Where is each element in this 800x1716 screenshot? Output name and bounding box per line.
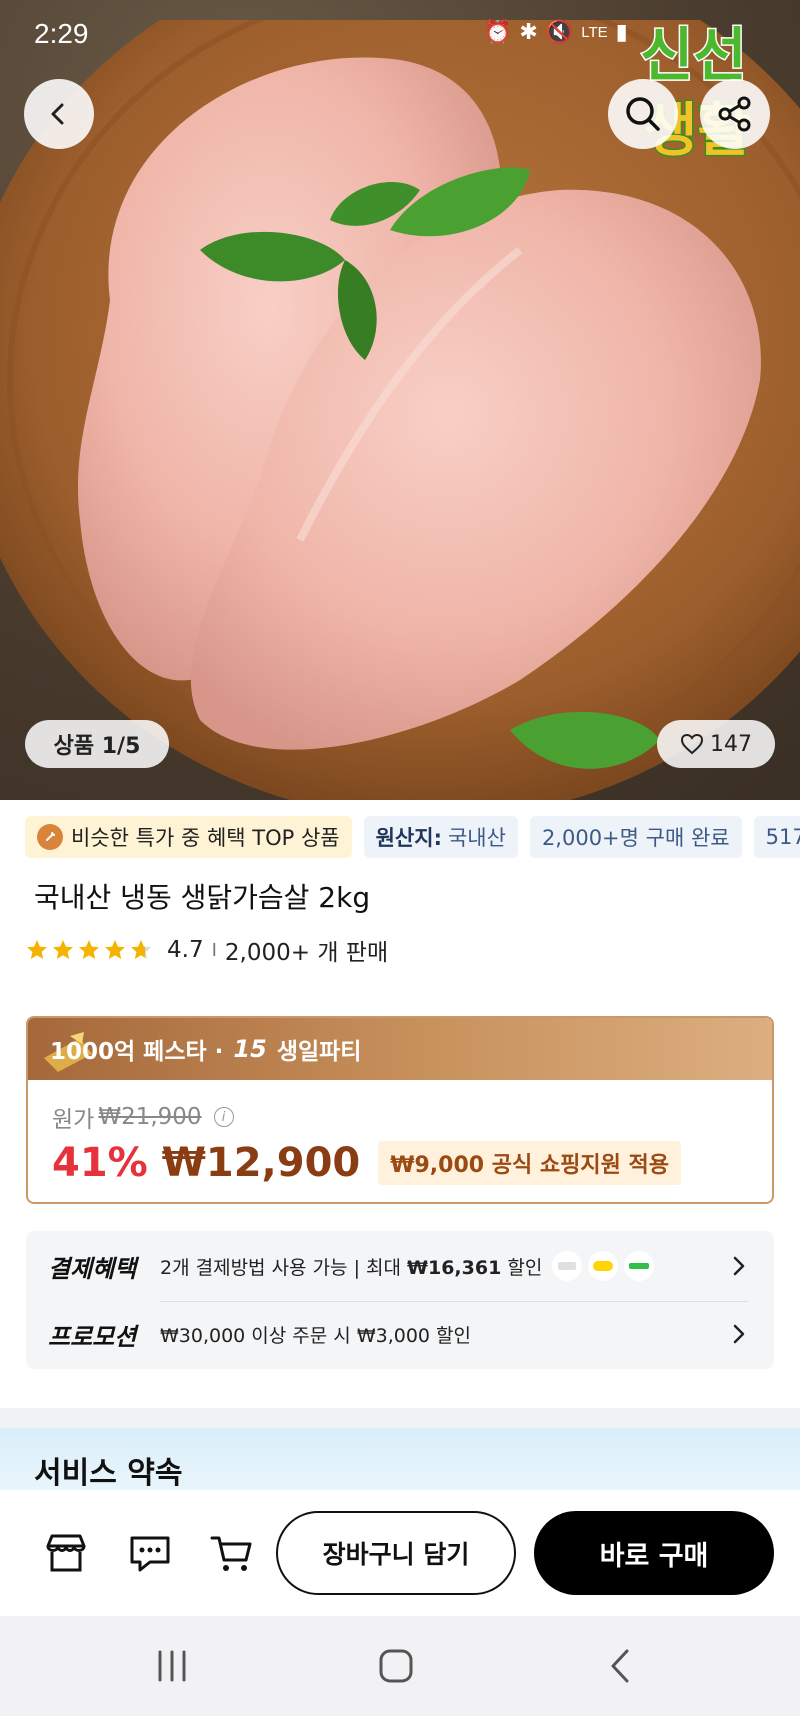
product-title: 국내산 냉동 생닭가슴살 2kg — [34, 881, 371, 914]
like-count: 147 — [710, 731, 752, 757]
rating-separator: I — [211, 939, 217, 961]
search-icon — [626, 97, 660, 131]
alarm-icon: ⏰ — [484, 20, 512, 45]
discount-rate: 41% — [52, 1140, 148, 1186]
mute-icon: 🔇 — [545, 20, 574, 45]
price-card: 1000억 페스타 · 15 생일파티 원가 ₩21,900 i 41% ₩12… — [26, 1016, 774, 1204]
sales-count: 2,000+ 개 판매 — [224, 940, 389, 966]
image-counter: 상품 1/5 — [25, 720, 169, 768]
product-tags: 비슷한 특가 중 혜택 TOP 상품 원산지: 국내산 2,000+명 구매 완… — [25, 816, 800, 858]
shopping-support-badge: ₩9,000 공식 쇼핑지원 적용 — [378, 1141, 681, 1185]
product-image-carousel[interactable]: 2:29 ⏰ ✱ 🔇 LTE ▮ 신선 생활 상품 1/5 147 — [0, 0, 800, 800]
home-button[interactable] — [366, 1640, 426, 1692]
back-arrow-icon — [611, 1649, 629, 1683]
rating-row[interactable]: 4.7 I 2,000+ 개 판매 — [25, 932, 388, 968]
network-type: LTE — [581, 24, 608, 41]
tag-badge-icon — [37, 824, 63, 850]
star-half-icon — [131, 940, 151, 959]
buy-now-button[interactable]: 바로 구매 — [534, 1511, 774, 1595]
bluetooth-icon: ✱ — [519, 20, 538, 45]
chevron-left-icon — [51, 103, 64, 125]
payment-method-icons — [552, 1251, 655, 1281]
rating-stars — [25, 938, 153, 962]
promo-banner[interactable]: 1000억 페스타 · 15 생일파티 — [28, 1018, 772, 1080]
service-promise-title: 서비스 약속 — [34, 1456, 183, 1491]
share-icon — [718, 96, 751, 132]
payment-benefit-row[interactable]: 결제혜택 2개 결제방법 사용 가능 | 최대 ₩16,361 할인 — [48, 1238, 754, 1294]
tag-label: 517 — [765, 825, 800, 849]
back-button[interactable] — [24, 79, 94, 149]
card-icon — [552, 1251, 583, 1281]
like-button[interactable]: 147 — [657, 720, 775, 768]
tag-origin[interactable]: 원산지: 국내산 — [363, 816, 518, 858]
star-icon — [105, 940, 125, 959]
promo-text-2: 생일파티 — [276, 1039, 362, 1065]
store-button[interactable] — [38, 1527, 94, 1579]
wallet-icon — [624, 1251, 655, 1281]
divider — [160, 1301, 748, 1302]
star-icon — [53, 940, 73, 959]
recent-apps-button[interactable] — [142, 1640, 202, 1692]
promo-badge: 15 — [233, 1035, 267, 1063]
star-icon — [79, 940, 99, 959]
rating-value: 4.7 — [167, 937, 204, 963]
tag-purchases[interactable]: 2,000+명 구매 완료 — [529, 816, 742, 858]
signal-icon: ▮ — [615, 20, 628, 45]
sale-price: ₩12,900 — [161, 1140, 361, 1186]
tag-label: 2,000+명 구매 완료 — [541, 826, 730, 850]
tag-origin-value: 국내산 — [447, 826, 506, 850]
tag-label: 비슷한 특가 중 혜택 TOP 상품 — [71, 826, 340, 850]
chevron-right-icon — [733, 1256, 745, 1276]
payment-benefit-text: 2개 결제방법 사용 가능 | 최대 ₩16,361 할인 — [160, 1256, 543, 1279]
search-button[interactable] — [608, 79, 678, 149]
star-icon — [27, 940, 47, 959]
recent-apps-icon — [158, 1650, 186, 1682]
original-price: ₩21,900 — [98, 1104, 202, 1130]
tag-more[interactable]: 517 — [753, 816, 800, 858]
info-icon[interactable]: i — [213, 1107, 234, 1127]
cart-icon-button[interactable] — [204, 1527, 260, 1579]
promotion-row[interactable]: 프로모션 ₩30,000 이상 주문 시 ₩3,000 할인 — [48, 1306, 754, 1362]
promotion-label: 프로모션 — [48, 1322, 137, 1351]
payment-benefit-label: 결제혜택 — [48, 1254, 137, 1283]
promotion-text: ₩30,000 이상 주문 시 ₩3,000 할인 — [160, 1324, 472, 1347]
payment-benefit-amount: ₩16,361 — [407, 1256, 502, 1279]
chat-button[interactable] — [122, 1527, 178, 1579]
cart-icon — [210, 1536, 252, 1571]
section-gap — [0, 1408, 800, 1428]
original-price-label: 원가 — [52, 1107, 95, 1133]
status-icons: ⏰ ✱ 🔇 LTE ▮ — [484, 20, 628, 45]
original-price-row: 원가 ₩21,900 i — [52, 1100, 234, 1134]
add-to-cart-button[interactable]: 장바구니 담기 — [276, 1511, 516, 1595]
tag-top-benefit[interactable]: 비슷한 특가 중 혜택 TOP 상품 — [25, 816, 352, 858]
promo-text: 1000억 페스타 · — [50, 1039, 224, 1065]
home-icon — [379, 1649, 413, 1683]
chevron-right-icon — [733, 1324, 745, 1344]
system-back-button[interactable] — [590, 1640, 650, 1692]
status-time: 2:29 — [34, 18, 89, 49]
benefits-panel: 결제혜택 2개 결제방법 사용 가능 | 최대 ₩16,361 할인 프로모션 … — [26, 1231, 774, 1369]
pay-icon — [588, 1251, 619, 1281]
tag-origin-label: 원산지: — [375, 826, 442, 850]
store-icon — [46, 1534, 86, 1572]
price-row: 41% ₩12,900 ₩9,000 공식 쇼핑지원 적용 — [52, 1140, 681, 1186]
chat-icon — [130, 1536, 170, 1572]
heart-icon — [680, 733, 704, 755]
share-button[interactable] — [700, 79, 770, 149]
